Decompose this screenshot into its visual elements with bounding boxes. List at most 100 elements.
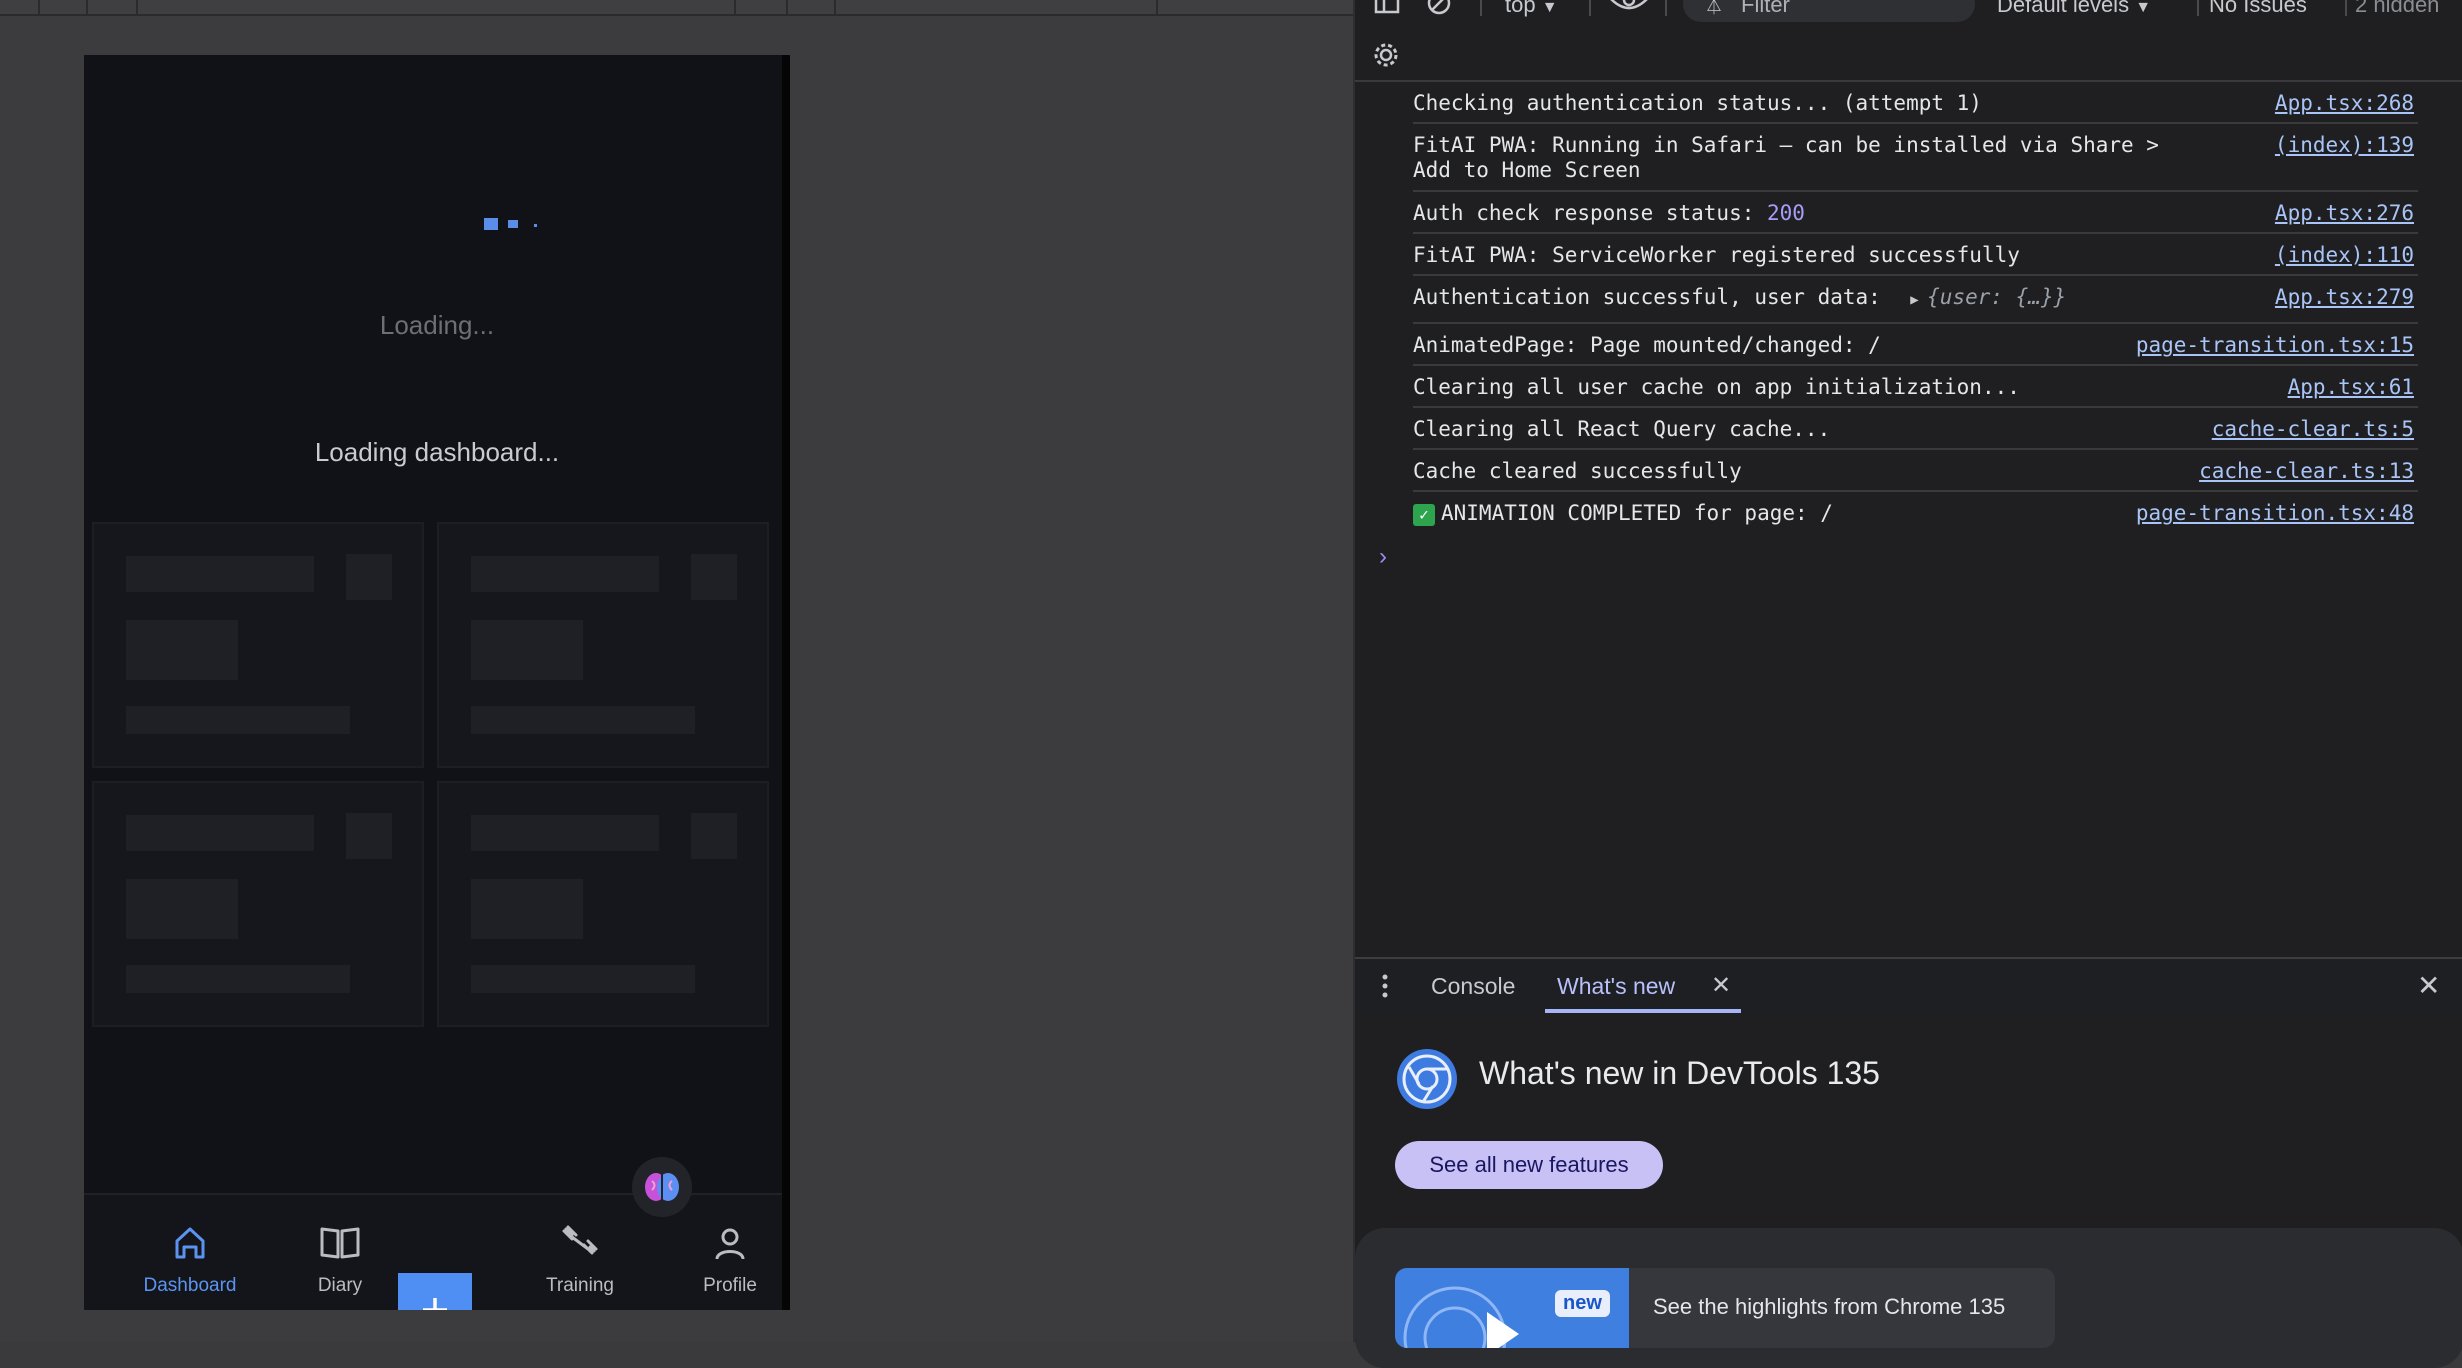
console-source-link[interactable]: page-transition.tsx:15 xyxy=(2136,333,2414,357)
console-prompt[interactable]: › xyxy=(1379,543,1387,571)
drawer-tab-bar: Console What's new ✕ ✕ xyxy=(1355,957,2462,1015)
console-message: FitAI PWA: ServiceWorker registered succ… xyxy=(1413,243,2020,267)
console-row: Clearing all user cache on app initializ… xyxy=(1413,366,2418,408)
console-source-link[interactable]: (index):110 xyxy=(2275,243,2414,267)
close-tab-icon[interactable]: ✕ xyxy=(1711,971,1731,1000)
highlight-item[interactable]: new See the highlights from Chrome 135 xyxy=(1395,1268,2055,1348)
user-icon xyxy=(715,1228,745,1260)
home-icon xyxy=(175,1227,205,1259)
console-message: Cache cleared successfully xyxy=(1413,459,1742,483)
console-source-link[interactable]: App.tsx:276 xyxy=(2275,201,2414,225)
nav-diary-label: Diary xyxy=(317,1275,363,1296)
chevron-down-icon: ▼ xyxy=(1541,0,1558,16)
context-selector-label: top xyxy=(1505,0,1536,17)
loading-spinner-icon xyxy=(484,216,544,230)
console-source-link[interactable]: cache-clear.ts:13 xyxy=(2199,459,2414,483)
console-source-link[interactable]: cache-clear.ts:5 xyxy=(2212,417,2414,441)
check-mark-icon: ✓ xyxy=(1413,504,1435,526)
nav-training[interactable]: Training xyxy=(520,1195,640,1310)
whats-new-panel: What's new in DevTools 135 See all new f… xyxy=(1355,1013,2462,1368)
skeleton-card xyxy=(437,781,769,1027)
skeleton-card xyxy=(92,522,424,768)
nav-diary[interactable]: Diary xyxy=(280,1195,400,1310)
see-all-features-button[interactable]: See all new features xyxy=(1395,1141,1663,1189)
skeleton-card xyxy=(92,781,424,1027)
console-message-text: Authentication successful, user data: xyxy=(1413,285,1894,309)
console-message: ✓ ANIMATION COMPLETED for page: / xyxy=(1413,501,1833,526)
nav-dashboard[interactable]: Dashboard xyxy=(130,1195,250,1310)
filter-icon: ⏃ xyxy=(1705,0,1723,16)
filter-input[interactable]: ⏃ Filter xyxy=(1683,0,1975,22)
console-row: Authentication successful, user data: ▶ … xyxy=(1413,276,2418,324)
console-source-link[interactable]: App.tsx:279 xyxy=(2275,285,2414,309)
tab-whats-new[interactable]: What's new ✕ xyxy=(1545,959,1741,1013)
expand-triangle-icon[interactable]: ▶ xyxy=(1893,292,1927,308)
tab-console[interactable]: Console xyxy=(1431,973,1515,1000)
nav-training-label: Training xyxy=(546,1275,614,1296)
console-row: FitAI PWA: ServiceWorker registered succ… xyxy=(1413,234,2418,276)
clear-console-icon[interactable] xyxy=(1425,0,1453,16)
log-levels-label: Default levels xyxy=(1997,0,2130,17)
console-number-value: 200 xyxy=(1767,201,1805,225)
device-frame-edge xyxy=(782,55,790,1310)
console-row: Cache cleared successfully cache-clear.t… xyxy=(1413,450,2418,492)
console-message: Authentication successful, user data: ▶ … xyxy=(1413,285,2066,309)
console-message: AnimatedPage: Page mounted/changed: / xyxy=(1413,333,1881,357)
mobile-app-screen: Loading... Loading dashboard... Dashboar… xyxy=(84,55,790,1310)
hidden-count: 2 hidden xyxy=(2355,0,2440,17)
console-row: Auth check response status: 200 App.tsx:… xyxy=(1413,192,2418,234)
highlights-card: new See the highlights from Chrome 135 xyxy=(1355,1228,2462,1368)
console-row: Clearing all React Query cache... cache-… xyxy=(1413,408,2418,450)
context-selector[interactable]: top ▼ xyxy=(1505,0,1558,18)
console-message-text: Auth check response status: xyxy=(1413,201,1768,225)
console-message: Clearing all React Query cache... xyxy=(1413,417,1831,441)
console-message: Auth check response status: 200 xyxy=(1413,201,1805,225)
console-row: FitAI PWA: Running in Safari – can be in… xyxy=(1413,124,2418,192)
console-row: ✓ ANIMATION COMPLETED for page: / page-tr… xyxy=(1413,492,2418,532)
device-viewport-area: Loading... Loading dashboard... Dashboar… xyxy=(0,0,1353,1342)
sidebar-toggle-icon[interactable] xyxy=(1373,0,1401,16)
more-options-icon[interactable] xyxy=(1381,973,1389,999)
skeleton-card xyxy=(437,522,769,768)
console-message-line2: Add to Home Screen xyxy=(1413,158,1641,182)
brain-icon xyxy=(645,1173,679,1201)
plus-icon xyxy=(423,1298,447,1310)
console-message: FitAI PWA: Running in Safari – can be in… xyxy=(1413,133,2159,157)
chrome-logo-icon xyxy=(1397,1049,1457,1109)
gear-icon[interactable] xyxy=(1369,38,1403,72)
close-drawer-icon[interactable]: ✕ xyxy=(2417,969,2440,1002)
video-thumbnail: new xyxy=(1395,1268,1629,1348)
console-row: AnimatedPage: Page mounted/changed: / pa… xyxy=(1413,324,2418,366)
whats-new-title: What's new in DevTools 135 xyxy=(1479,1055,1880,1091)
ai-assistant-button[interactable] xyxy=(632,1157,692,1217)
add-button[interactable] xyxy=(398,1273,472,1310)
console-settings-bar xyxy=(1355,30,2462,82)
loading-dashboard-text: Loading dashboard... xyxy=(314,437,560,467)
console-object-preview[interactable]: {user: {…}} xyxy=(1927,285,2066,309)
console-messages: Checking authentication status... (attem… xyxy=(1355,82,2462,532)
eye-icon[interactable] xyxy=(1609,0,1649,14)
console-message: Clearing all user cache on app initializ… xyxy=(1413,375,2020,399)
console-source-link[interactable]: page-transition.tsx:48 xyxy=(2136,501,2414,525)
book-icon xyxy=(320,1227,360,1259)
highlight-text: See the highlights from Chrome 135 xyxy=(1653,1294,2006,1319)
console-message-text: ANIMATION COMPLETED for page: / xyxy=(1441,501,1833,525)
dumbbell-icon xyxy=(562,1225,598,1255)
nav-dashboard-label: Dashboard xyxy=(143,1275,237,1296)
log-levels-dropdown[interactable]: Default levels ▼ xyxy=(1997,0,2151,18)
filter-placeholder: Filter xyxy=(1741,0,1790,17)
issues-link[interactable]: No Issues xyxy=(2209,0,2307,18)
console-message: Checking authentication status... (attem… xyxy=(1413,91,1982,115)
devtools-panel: top ▼ ⏃ Filter Default levels ▼ No Issue… xyxy=(1353,0,2462,1368)
new-badge: new xyxy=(1555,1290,1610,1317)
console-source-link[interactable]: App.tsx:61 xyxy=(2288,375,2414,399)
device-ruler xyxy=(0,0,1353,16)
loading-text: Loading... xyxy=(379,310,495,340)
nav-profile-label: Profile xyxy=(703,1275,757,1296)
console-toolbar: top ▼ ⏃ Filter Default levels ▼ No Issue… xyxy=(1355,0,2462,22)
console-source-link[interactable]: App.tsx:268 xyxy=(2275,91,2414,115)
chevron-down-icon: ▼ xyxy=(2135,0,2152,16)
console-source-link[interactable]: (index):139 xyxy=(2275,133,2414,157)
console-row: Checking authentication status... (attem… xyxy=(1413,82,2418,124)
tab-whats-new-label: What's new xyxy=(1557,973,1676,999)
